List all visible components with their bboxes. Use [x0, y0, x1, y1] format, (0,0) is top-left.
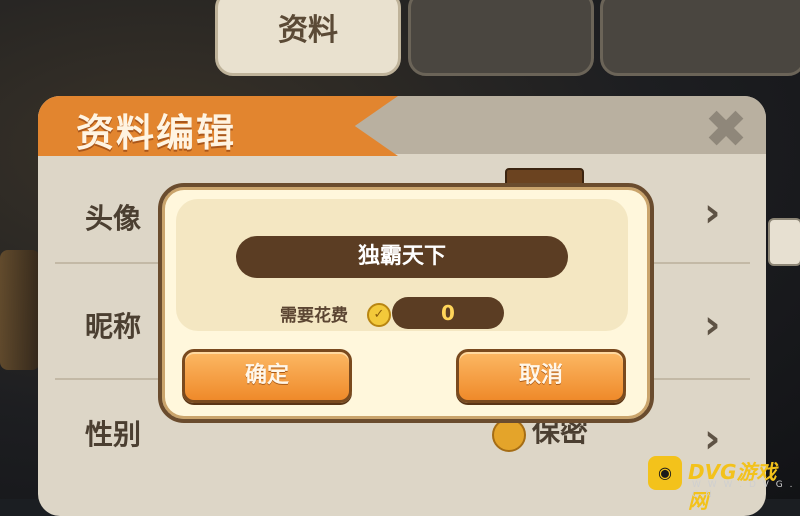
- cancel-button[interactable]: 取消: [456, 349, 626, 403]
- cost-label: 需要花费: [280, 306, 348, 326]
- chevron-right-icon[interactable]: ›: [704, 302, 720, 348]
- gender-icon: [492, 418, 526, 452]
- row-nickname-label: 昵称: [85, 310, 142, 343]
- close-icon[interactable]: ✖: [702, 104, 750, 156]
- chevron-right-icon[interactable]: ›: [704, 190, 720, 236]
- tab-profile[interactable]: 资料: [215, 0, 401, 76]
- tab-second[interactable]: [408, 0, 594, 76]
- row-avatar-label: 头像: [85, 202, 142, 235]
- panel-title: 资料编辑: [76, 111, 237, 155]
- tab-third[interactable]: [600, 0, 800, 76]
- background-character: [0, 250, 40, 370]
- watermark: ◉ DVG游戏网 W W W . D V G . C N: [648, 452, 796, 513]
- row-gender-label: 性别: [85, 418, 142, 451]
- coin-icon: ✓: [367, 303, 391, 327]
- tab-profile-label: 资料: [278, 13, 338, 48]
- gamepad-icon: ◉: [648, 456, 682, 490]
- cost-value: 0: [392, 297, 504, 329]
- side-tab[interactable]: [768, 218, 800, 266]
- confirm-button[interactable]: 确定: [182, 349, 352, 403]
- nickname-input[interactable]: 独霸天下: [236, 236, 568, 278]
- watermark-sub: W W W . D V G . C N: [692, 480, 795, 500]
